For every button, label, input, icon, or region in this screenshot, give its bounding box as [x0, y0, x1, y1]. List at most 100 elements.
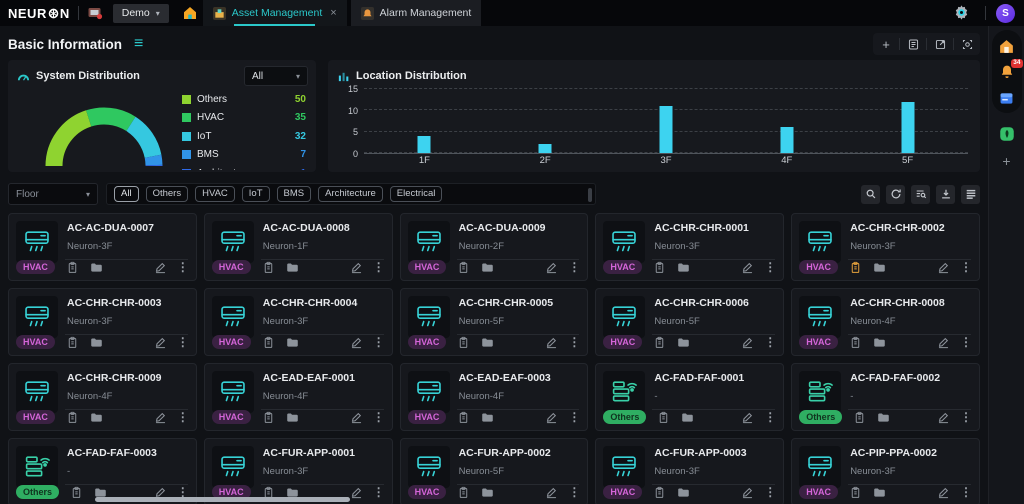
clipboard-icon[interactable] [457, 261, 470, 274]
home-icon[interactable] [181, 4, 199, 22]
folder-icon[interactable] [681, 411, 694, 424]
clipboard-icon[interactable] [853, 411, 866, 424]
asset-card[interactable]: AC-CHR-CHR-0009 Neuron-4F HVAC ⋮ [8, 363, 197, 431]
workspace-selector[interactable]: Demo ▾ [113, 4, 169, 23]
tab-asset-management[interactable]: Asset Management × [203, 0, 347, 26]
asset-card[interactable]: AC-PIP-PPA-0002 Neuron-3F HVAC ⋮ [791, 438, 980, 504]
filter-chip-all[interactable]: All [114, 186, 139, 202]
filter-chip-iot[interactable]: IoT [242, 186, 270, 202]
edit-icon[interactable] [154, 411, 167, 424]
more-menu-icon[interactable]: ⋮ [177, 335, 189, 349]
clipboard-icon[interactable] [653, 261, 666, 274]
edit-icon[interactable] [545, 411, 558, 424]
asset-card[interactable]: AC-AC-DUA-0008 Neuron-1F HVAC ⋮ [204, 213, 393, 281]
clipboard-icon[interactable] [262, 336, 275, 349]
clipboard-icon[interactable] [457, 411, 470, 424]
folder-icon[interactable] [481, 411, 494, 424]
blue-card-icon[interactable] [998, 89, 1016, 107]
user-avatar[interactable]: S [996, 4, 1015, 23]
search-icon[interactable] [861, 185, 880, 204]
filter-chip-architecture[interactable]: Architecture [318, 186, 383, 202]
folder-icon[interactable] [677, 261, 690, 274]
more-menu-icon[interactable]: ⋮ [568, 410, 580, 424]
more-menu-icon[interactable]: ⋮ [177, 410, 189, 424]
folder-icon[interactable] [286, 411, 299, 424]
clipboard-icon[interactable] [849, 261, 862, 274]
bell-icon[interactable]: 34 [998, 63, 1016, 81]
clipboard-icon[interactable] [849, 336, 862, 349]
menu-hamburger-icon[interactable]: ≡ [134, 36, 143, 52]
edit-icon[interactable] [545, 261, 558, 274]
asset-card[interactable]: AC-CHR-CHR-0002 Neuron-3F HVAC ⋮ [791, 213, 980, 281]
more-menu-icon[interactable]: ⋮ [960, 485, 972, 499]
asset-card[interactable]: AC-FUR-APP-0002 Neuron-5F HVAC ⋮ [400, 438, 589, 504]
asset-card[interactable]: AC-FAD-FAF-0001 - Others ⋮ [595, 363, 784, 431]
more-menu-icon[interactable]: ⋮ [764, 335, 776, 349]
folder-icon[interactable] [481, 261, 494, 274]
edit-icon[interactable] [741, 336, 754, 349]
folder-icon[interactable] [286, 261, 299, 274]
edit-icon[interactable] [545, 486, 558, 499]
download-icon[interactable] [936, 185, 955, 204]
tab-alarm-management[interactable]: Alarm Management [351, 0, 482, 26]
folder-icon[interactable] [677, 486, 690, 499]
folder-icon[interactable] [873, 486, 886, 499]
folder-icon[interactable] [877, 411, 890, 424]
clipboard-icon[interactable] [657, 411, 670, 424]
settings-gear-icon[interactable] [953, 4, 971, 22]
folder-icon[interactable] [90, 261, 103, 274]
clipboard-icon[interactable] [849, 486, 862, 499]
asset-card[interactable]: AC-CHR-CHR-0003 Neuron-3F HVAC ⋮ [8, 288, 197, 356]
more-menu-icon[interactable]: ⋮ [764, 485, 776, 499]
filter-chip-hvac[interactable]: HVAC [195, 186, 235, 202]
system-filter-select[interactable]: All ▾ [244, 66, 308, 86]
more-menu-icon[interactable]: ⋮ [568, 260, 580, 274]
close-icon[interactable]: × [330, 7, 336, 19]
edit-icon[interactable] [937, 261, 950, 274]
more-menu-icon[interactable]: ⋮ [568, 485, 580, 499]
clipboard-icon[interactable] [457, 336, 470, 349]
more-menu-icon[interactable]: ⋮ [960, 260, 972, 274]
folder-icon[interactable] [873, 261, 886, 274]
more-menu-icon[interactable]: ⋮ [960, 410, 972, 424]
list-search-icon[interactable] [911, 185, 930, 204]
clipboard-icon[interactable] [66, 261, 79, 274]
add-button[interactable]: + [873, 33, 899, 55]
edit-icon[interactable] [937, 336, 950, 349]
more-menu-icon[interactable]: ⋮ [568, 335, 580, 349]
asset-card[interactable]: AC-EAD-EAF-0003 Neuron-4F HVAC ⋮ [400, 363, 589, 431]
more-menu-icon[interactable]: ⋮ [373, 260, 385, 274]
asset-card[interactable]: AC-FAD-FAF-0002 - Others ⋮ [791, 363, 980, 431]
more-menu-icon[interactable]: ⋮ [373, 410, 385, 424]
asset-card[interactable]: AC-AC-DUA-0007 Neuron-3F HVAC ⋮ [8, 213, 197, 281]
house-icon[interactable] [998, 37, 1016, 55]
more-menu-icon[interactable]: ⋮ [373, 335, 385, 349]
folder-icon[interactable] [90, 411, 103, 424]
edit-icon[interactable] [741, 411, 754, 424]
clipboard-icon[interactable] [457, 486, 470, 499]
folder-icon[interactable] [90, 336, 103, 349]
workspace-app-icon[interactable] [87, 6, 103, 20]
chip-scroll-handle[interactable] [588, 188, 592, 202]
asset-card[interactable]: AC-CHR-CHR-0006 Neuron-5F HVAC ⋮ [595, 288, 784, 356]
clipboard-icon[interactable] [262, 261, 275, 274]
asset-card[interactable]: AC-CHR-CHR-0004 Neuron-3F HVAC ⋮ [204, 288, 393, 356]
clipboard-icon[interactable] [653, 486, 666, 499]
edit-icon[interactable] [350, 411, 363, 424]
clipboard-icon[interactable] [70, 486, 83, 499]
asset-card[interactable]: AC-FAD-FAF-0003 - Others ⋮ [8, 438, 197, 504]
edit-icon[interactable] [350, 261, 363, 274]
clipboard-icon[interactable] [262, 411, 275, 424]
dense-list-icon[interactable] [961, 185, 980, 204]
export-icon[interactable] [927, 33, 953, 55]
add-app-icon[interactable]: + [1002, 153, 1010, 169]
asset-card[interactable]: AC-EAD-EAF-0001 Neuron-4F HVAC ⋮ [204, 363, 393, 431]
clipboard-icon[interactable] [66, 336, 79, 349]
more-menu-icon[interactable]: ⋮ [764, 410, 776, 424]
edit-icon[interactable] [154, 336, 167, 349]
more-menu-icon[interactable]: ⋮ [177, 260, 189, 274]
folder-icon[interactable] [677, 336, 690, 349]
edit-icon[interactable] [741, 261, 754, 274]
edit-icon[interactable] [937, 486, 950, 499]
asset-card[interactable]: AC-CHR-CHR-0001 Neuron-3F HVAC ⋮ [595, 213, 784, 281]
